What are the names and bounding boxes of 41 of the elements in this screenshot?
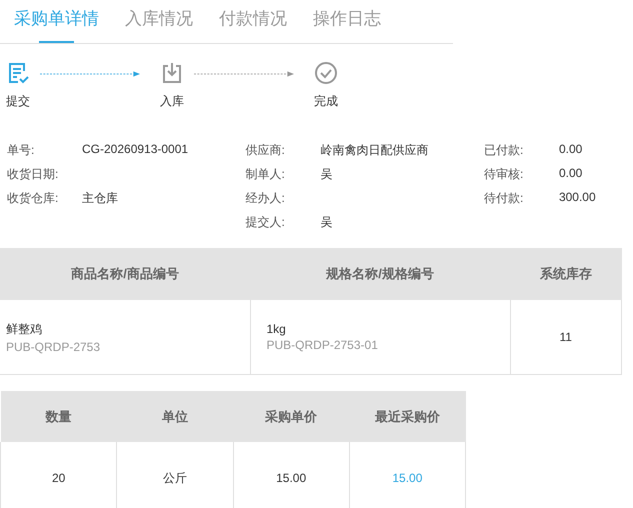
field-label: 待付款: [484,190,524,207]
step-label: 入库 [160,93,184,110]
table-cell: 1kg [266,322,286,336]
field-label: 供应商: [245,142,286,159]
field-value: 主仓库 [82,190,118,207]
step-label: 完成 [314,93,338,110]
field-value: 0.00 [558,142,582,158]
tab[interactable]: 入库情况 [125,0,193,43]
column-header: 最近采购价 [349,391,466,442]
field-value: 0.00 [558,166,582,182]
table-cell: 公斤 [162,470,187,484]
tab[interactable]: 付款情况 [219,0,287,43]
price-link[interactable]: 15.00 [392,471,422,485]
field-value: 300.00 [558,190,596,206]
column-header: 单位 [116,391,233,442]
field-label: 收货仓库: [7,190,60,207]
column-header: 采购单价 [233,391,350,442]
field-label: 经办人: [245,190,286,207]
tab[interactable]: 采购单详情 [14,0,99,43]
field-value: 吴 [320,166,332,183]
table-cell: 鲜整鸡 [6,320,42,338]
column-header: 系统库存 [510,248,622,300]
table-cell: 11 [560,330,572,344]
field-value: 岭南禽肉日配供应商 [320,142,428,159]
field-value: CG-20260913-0001 [82,142,188,158]
field-label: 提交人: [245,214,286,231]
table-cell: 20 [52,471,66,485]
field-label: 单号: [7,142,36,159]
field-label: 制单人: [245,166,286,183]
product-code: PUB-QRDP-2753-01 [266,338,379,352]
table-cell: 15.00 [276,471,306,485]
column-header: 商品名称/商品编号 [0,248,250,300]
column-header: 数量 [0,391,117,442]
column-header: 规格名称/规格编号 [250,248,510,300]
field-label: 收货日期: [7,166,60,183]
step-label: 提交 [6,93,30,110]
field-label: 待审核: [484,166,524,183]
field-label: 已付款: [484,142,524,159]
product-code: PUB-QRDP-2753 [6,340,102,354]
tab[interactable]: 操作日志 [313,0,381,43]
field-value: 吴 [320,214,332,231]
